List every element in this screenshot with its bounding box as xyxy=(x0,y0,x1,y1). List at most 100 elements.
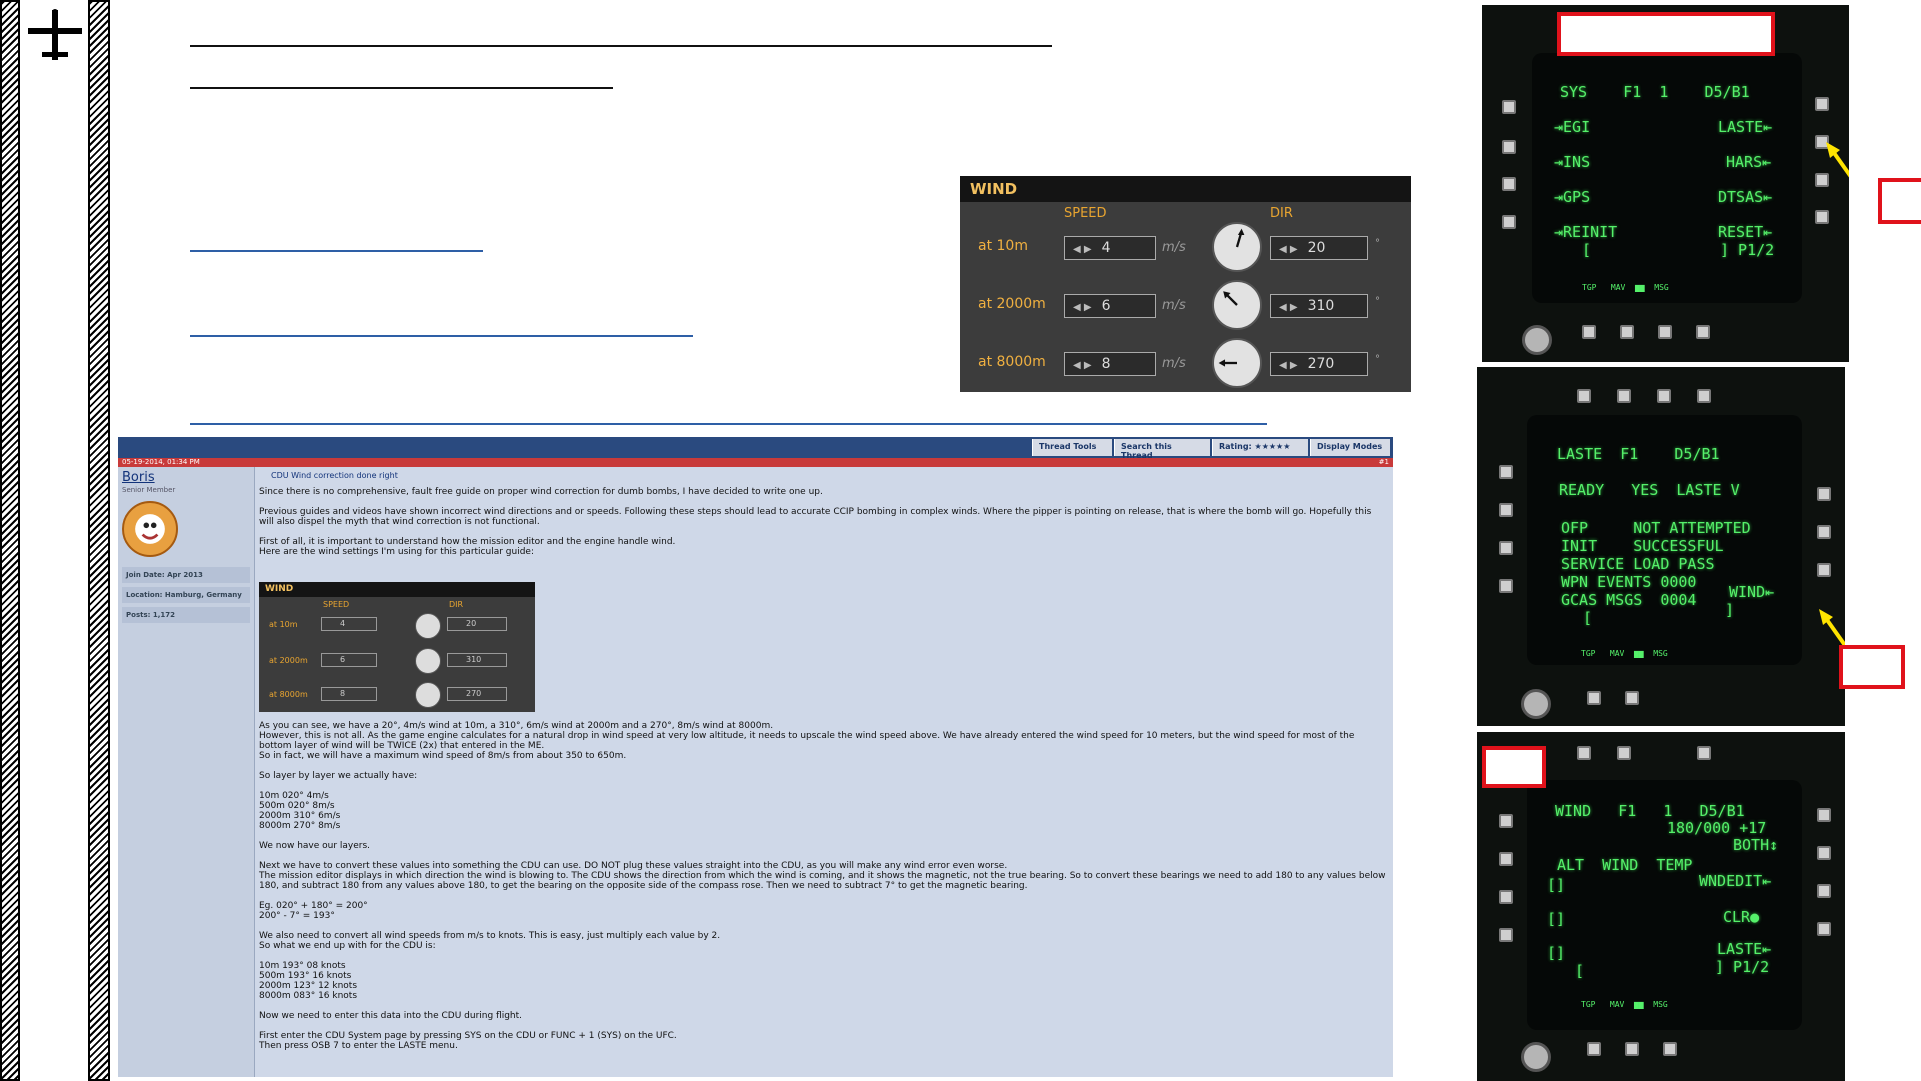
brightness-knob[interactable] xyxy=(1521,1042,1551,1072)
unit-label: m/s xyxy=(1162,298,1186,313)
osb-left-3[interactable] xyxy=(1502,177,1516,191)
mini-speed-8000m[interactable]: 8 xyxy=(321,687,377,701)
osb-top-3[interactable] xyxy=(1697,746,1711,760)
osb-left-1[interactable] xyxy=(1499,814,1513,828)
osb-left-1[interactable] xyxy=(1499,465,1513,479)
brightness-knob[interactable] xyxy=(1521,689,1551,719)
cdu-line: [ xyxy=(1582,241,1592,259)
osb-right-1[interactable] xyxy=(1817,487,1831,501)
osb-right-3[interactable] xyxy=(1817,884,1831,898)
paragraph: 10m 020° 4m/s 500m 020° 8m/s 2000m 310° … xyxy=(259,791,341,831)
osb-left-2[interactable] xyxy=(1499,852,1513,866)
stepper-arrows-icon[interactable]: ◀ ▶ xyxy=(1279,302,1298,313)
forum-toolbar: Thread Tools Search this Thread Rating: … xyxy=(118,437,1393,460)
mini-dir-header: DIR xyxy=(449,600,464,609)
post-subject: CDU Wind correction done right xyxy=(271,471,398,480)
search-thread-button[interactable]: Search this Thread xyxy=(1114,439,1210,460)
osb-left-1[interactable] xyxy=(1502,100,1516,114)
thread-tools-button[interactable]: Thread Tools xyxy=(1032,439,1112,456)
osb-left-4[interactable] xyxy=(1499,928,1513,942)
cdu-line: SYS F1 1 D5/B1 xyxy=(1560,83,1750,101)
dir-field-2000m[interactable]: ◀ ▶ 310 xyxy=(1270,294,1368,318)
osb-top-1[interactable] xyxy=(1577,746,1591,760)
title-line-1 xyxy=(190,45,1052,47)
osb-bottom-2[interactable] xyxy=(1625,691,1639,705)
unit-label: m/s xyxy=(1162,240,1186,255)
cdu-line: [ xyxy=(1575,962,1585,980)
osb-right-4[interactable] xyxy=(1815,210,1829,224)
osb-left-4[interactable] xyxy=(1499,579,1513,593)
osb-top-3[interactable] xyxy=(1657,389,1671,403)
paragraph: Eg. 020° + 180° = 200° 200° - 7° = 193° xyxy=(259,901,368,921)
left-hatch-bar xyxy=(0,0,20,1081)
osb-bottom-2[interactable] xyxy=(1625,1042,1639,1056)
right-hatch-bar xyxy=(88,0,110,1081)
osb-right-4[interactable] xyxy=(1817,922,1831,936)
brightness-knob[interactable] xyxy=(1522,325,1552,355)
avatar[interactable] xyxy=(122,501,178,557)
mini-speed-2000m[interactable]: 6 xyxy=(321,653,377,667)
osb-right-2[interactable] xyxy=(1817,846,1831,860)
osb-bottom-1[interactable] xyxy=(1582,325,1596,339)
rating-button[interactable]: Rating: ★★★★★ xyxy=(1212,439,1308,456)
mini-dial-10m[interactable] xyxy=(415,613,441,639)
stepper-arrows-icon[interactable]: ◀ ▶ xyxy=(1073,360,1092,371)
username-link[interactable]: Boris xyxy=(122,470,155,485)
cdu-line: 180/000 +17 xyxy=(1667,819,1767,837)
wind-dial-8000m[interactable] xyxy=(1212,338,1262,388)
mini-speed-10m[interactable]: 4 xyxy=(321,617,377,631)
mini-dial-8000m[interactable] xyxy=(415,682,441,708)
mini-dir-2000m[interactable]: 310 xyxy=(447,653,507,667)
osb-left-2[interactable] xyxy=(1499,503,1513,517)
cdu-line: [] xyxy=(1547,944,1566,962)
osb-right-1[interactable] xyxy=(1817,808,1831,822)
cdu-line: ALT WIND TEMP xyxy=(1557,856,1693,874)
title-line-2 xyxy=(190,87,613,89)
mini-dial-2000m[interactable] xyxy=(415,648,441,674)
link-line-1[interactable] xyxy=(190,250,483,252)
stepper-arrows-icon[interactable]: ◀ ▶ xyxy=(1073,302,1092,313)
osb-left-3[interactable] xyxy=(1499,541,1513,555)
dir-header: DIR xyxy=(1270,206,1293,221)
osb-top-1[interactable] xyxy=(1577,389,1591,403)
osb-top-2[interactable] xyxy=(1617,746,1631,760)
osb-bottom-3[interactable] xyxy=(1663,1042,1677,1056)
osb-left-2[interactable] xyxy=(1502,140,1516,154)
user-info-column: Boris Senior Member Join Date: Apr 2013 … xyxy=(118,467,254,1077)
osb-right-1[interactable] xyxy=(1815,97,1829,111)
speed-field-8000m[interactable]: ◀ ▶ 8 xyxy=(1064,352,1156,376)
mini-dir-10m[interactable]: 20 xyxy=(447,617,507,631)
osb-bottom-2[interactable] xyxy=(1620,325,1634,339)
cdu-line: WIND⇤ xyxy=(1729,583,1775,601)
speed-field-2000m[interactable]: ◀ ▶ 6 xyxy=(1064,294,1156,318)
cdu-line: WIND F1 1 D5/B1 xyxy=(1555,802,1745,820)
osb-bottom-4[interactable] xyxy=(1696,325,1710,339)
osb-right-2[interactable] xyxy=(1817,525,1831,539)
osb-bottom-1[interactable] xyxy=(1587,691,1601,705)
osb-left-3[interactable] xyxy=(1499,890,1513,904)
stepper-arrows-icon[interactable]: ◀ ▶ xyxy=(1279,360,1298,371)
osb-top-4[interactable] xyxy=(1697,389,1711,403)
link-line-3[interactable] xyxy=(190,423,1267,425)
post-number[interactable]: #1 xyxy=(1379,458,1389,467)
osb-top-2[interactable] xyxy=(1617,389,1631,403)
osb-right-3[interactable] xyxy=(1817,563,1831,577)
cdu-line: [ xyxy=(1583,609,1593,627)
speed-field-10m[interactable]: ◀ ▶ 4 xyxy=(1064,236,1156,260)
user-title: Senior Member xyxy=(122,486,176,494)
dir-field-8000m[interactable]: ◀ ▶ 270 xyxy=(1270,352,1368,376)
dir-field-10m[interactable]: ◀ ▶ 20 xyxy=(1270,236,1368,260)
paragraph: We also need to convert all wind speeds … xyxy=(259,931,721,951)
paragraph: Previous guides and videos have shown in… xyxy=(259,507,1372,527)
osb-bottom-3[interactable] xyxy=(1658,325,1672,339)
wind-dial-2000m[interactable] xyxy=(1212,280,1262,330)
stepper-arrows-icon[interactable]: ◀ ▶ xyxy=(1073,244,1092,255)
stepper-arrows-icon[interactable]: ◀ ▶ xyxy=(1279,244,1298,255)
mini-dir-8000m[interactable]: 270 xyxy=(447,687,507,701)
link-line-2[interactable] xyxy=(190,335,693,337)
osb-left-4[interactable] xyxy=(1502,215,1516,229)
osb-bottom-1[interactable] xyxy=(1587,1042,1601,1056)
wind-dial-10m[interactable] xyxy=(1212,222,1262,272)
speed-header: SPEED xyxy=(1064,206,1107,221)
display-modes-button[interactable]: Display Modes xyxy=(1310,439,1390,456)
